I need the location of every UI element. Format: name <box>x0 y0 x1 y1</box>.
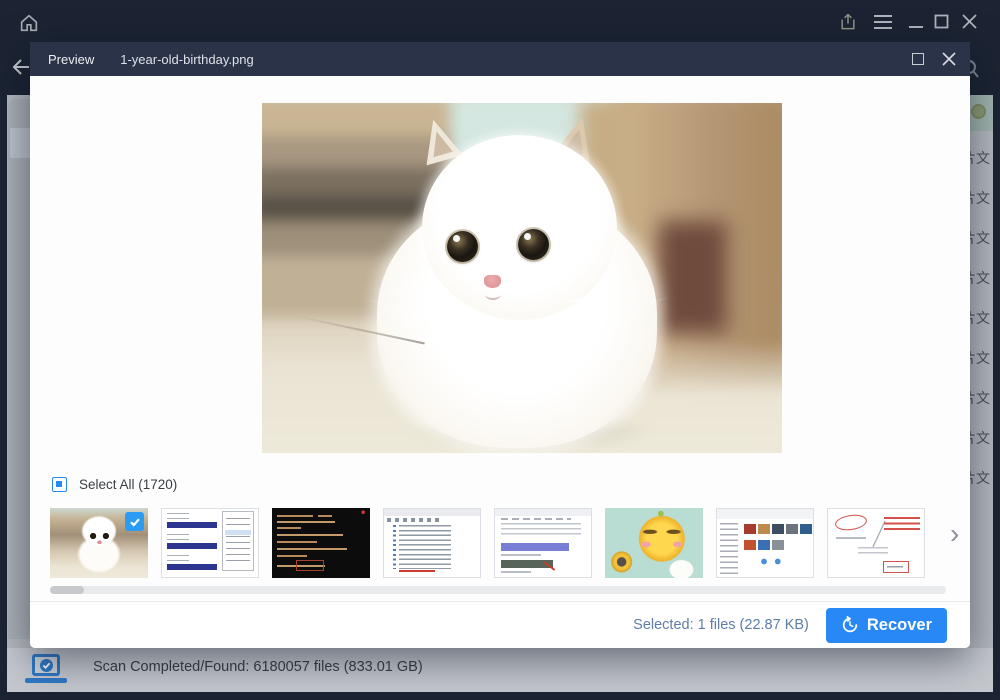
minimize-icon[interactable] <box>906 10 926 32</box>
dialog-footer: Selected: 1 files (22.87 KB) Recover <box>30 601 970 648</box>
selected-check-icon[interactable] <box>125 512 144 531</box>
share-icon[interactable] <box>836 10 860 34</box>
thumbnail-terminal[interactable] <box>272 508 370 578</box>
thumbnail-device-manager[interactable] <box>383 508 481 578</box>
close-icon[interactable] <box>960 12 978 30</box>
app-window: 片文 片文 片文 片文 片文 片文 片文 片文 片文 Recover Scan … <box>0 0 1000 700</box>
recover-button-label: Recover <box>867 616 932 635</box>
thumbnail-partition-manager[interactable] <box>494 508 592 578</box>
back-arrow-icon[interactable] <box>10 56 32 78</box>
chevron-right-icon[interactable]: › <box>950 520 959 548</box>
restore-icon <box>841 616 859 634</box>
selected-info: Selected: 1 files (22.87 KB) <box>633 617 809 633</box>
cat-eye <box>447 231 478 262</box>
thumbnail-flowchart[interactable] <box>827 508 925 578</box>
dialog-maximize-icon[interactable] <box>912 53 924 65</box>
recover-button[interactable]: Recover <box>826 608 947 643</box>
thumbnail-cat-photo[interactable] <box>50 508 148 578</box>
cat-head <box>422 135 617 320</box>
dialog-title: Preview <box>48 52 94 67</box>
select-all-row: Select All (1720) <box>52 477 177 492</box>
thumbnail-strip <box>50 508 925 578</box>
preview-filename: 1-year-old-birthday.png <box>120 52 253 67</box>
home-icon[interactable] <box>16 10 42 36</box>
background-panel <box>8 99 30 639</box>
thumbnail-disk-management[interactable] <box>161 508 259 578</box>
thumbnail-file-explorer[interactable] <box>716 508 814 578</box>
preview-dialog-header: Preview 1-year-old-birthday.png <box>30 42 970 76</box>
scan-complete-icon <box>25 654 69 686</box>
cat-eye <box>518 229 549 260</box>
maximize-icon[interactable] <box>932 12 950 30</box>
scrollbar-thumb[interactable] <box>50 586 84 594</box>
background-panel-highlight <box>10 128 30 158</box>
cat-nose <box>484 275 501 288</box>
menu-icon[interactable] <box>872 12 894 32</box>
scan-status-bar: Scan Completed/Found: 6180057 files (833… <box>7 648 993 692</box>
dialog-close-icon[interactable] <box>941 52 956 67</box>
preview-dialog: Preview 1-year-old-birthday.png <box>30 42 970 648</box>
select-all-checkbox[interactable] <box>52 477 67 492</box>
thumbnail-scrollbar[interactable] <box>50 586 946 594</box>
photo-background <box>659 221 727 333</box>
select-all-label: Select All (1720) <box>79 477 177 492</box>
gear-icon <box>971 104 986 119</box>
preview-image-cat <box>262 103 782 453</box>
cat-mouth <box>485 289 501 300</box>
scan-status-text: Scan Completed/Found: 6180057 files (833… <box>93 659 423 675</box>
thumbnail-emoji-cartoon[interactable] <box>605 508 703 578</box>
